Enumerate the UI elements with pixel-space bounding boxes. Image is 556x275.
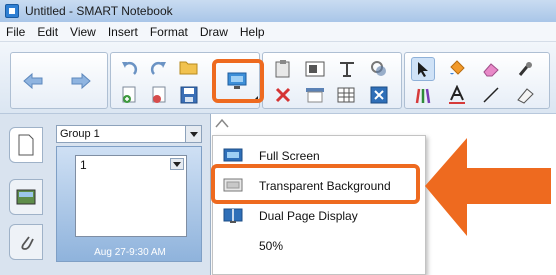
screen-shade-button[interactable] (303, 83, 327, 107)
page-group-select[interactable]: Group 1 (56, 125, 202, 143)
back-arrow-icon (23, 72, 43, 90)
full-screen-icon (222, 148, 244, 164)
delete-button[interactable] (271, 83, 295, 107)
add-page-button[interactable] (117, 83, 141, 107)
select-tool-button[interactable] (411, 57, 435, 81)
canvas-corner-icon (215, 118, 229, 128)
page-thumbnails: 1 Aug 27-9:30 AM (56, 146, 202, 262)
open-button[interactable] (177, 55, 201, 79)
display-mode-menu: Full Screen Transparent Background Dual … (212, 135, 426, 275)
menu-bar: File Edit View Insert Format Draw Help (0, 22, 556, 42)
menu-format[interactable]: Format (144, 25, 194, 39)
previous-page-button[interactable] (21, 69, 45, 93)
insert-image-icon (305, 61, 325, 77)
line-tool-button[interactable] (479, 83, 503, 107)
select-arrow-icon (418, 62, 428, 77)
table-button[interactable] (335, 83, 359, 107)
smart-notebook-app-icon (5, 4, 19, 18)
fill-icon (450, 60, 465, 75)
menu-item-dual-page-display[interactable]: Dual Page Display (213, 202, 425, 230)
page-caption: Aug 27-9:30 AM (94, 247, 166, 258)
delete-page-icon (152, 86, 166, 103)
chevron-down-icon (185, 126, 201, 142)
record-icon (371, 61, 386, 76)
insert-picture-button[interactable] (303, 57, 327, 81)
menu-edit[interactable]: Edit (31, 25, 64, 39)
record-button[interactable] (367, 57, 391, 81)
thumbnail-menu-icon[interactable] (170, 158, 184, 170)
redo-icon (150, 61, 166, 75)
navigation-group (10, 52, 108, 109)
pointer-arrow-icon (425, 138, 551, 236)
attachments-tab[interactable] (9, 224, 43, 260)
delete-x-icon (275, 87, 291, 103)
page-sorter-icon (18, 134, 34, 156)
eraser-icon (483, 63, 499, 77)
menu-item-zoom-50[interactable]: 50% (213, 232, 425, 260)
menu-help[interactable]: Help (234, 25, 271, 39)
open-folder-icon (179, 61, 198, 75)
paperclip-icon (21, 236, 34, 250)
gallery-tab[interactable] (9, 179, 43, 215)
eraser-tool-button[interactable] (479, 57, 503, 81)
magic-pen-button[interactable] (513, 57, 537, 81)
save-icon (180, 86, 198, 104)
table-icon (337, 87, 355, 103)
menu-view[interactable]: View (64, 25, 102, 39)
page-group-value: Group 1 (60, 128, 100, 140)
fit-icon (370, 86, 388, 104)
zoom-50-label: 50% (259, 239, 284, 253)
menu-insert[interactable]: Insert (102, 25, 144, 39)
add-page-icon (122, 86, 136, 103)
magic-pen-icon (518, 62, 532, 76)
next-page-button[interactable] (69, 69, 93, 93)
delete-page-button[interactable] (147, 83, 171, 107)
fill-tool-button[interactable] (445, 57, 469, 81)
window-title: Untitled - SMART Notebook (25, 4, 173, 18)
undo-button[interactable] (117, 57, 141, 81)
text-icon (340, 62, 354, 77)
dual-page-icon (222, 208, 244, 224)
dual-page-display-label: Dual Page Display (259, 209, 358, 223)
gallery-icon (16, 189, 36, 205)
insert-group (262, 52, 402, 109)
text-tool-icon (449, 85, 465, 104)
menu-file[interactable]: File (0, 25, 31, 39)
page-sorter-tab[interactable] (9, 127, 43, 163)
undo-icon (122, 61, 138, 75)
page-thumbnail[interactable]: 1 (75, 155, 187, 237)
text-button[interactable] (335, 57, 359, 81)
text-tool-button[interactable] (445, 83, 469, 107)
line-icon (483, 87, 499, 103)
menu-draw[interactable]: Draw (194, 25, 234, 39)
redo-button[interactable] (147, 57, 171, 81)
creative-pens-button[interactable] (411, 83, 435, 107)
full-screen-label: Full Screen (259, 149, 320, 163)
main-toolbar (0, 42, 556, 114)
screen-shade-icon (306, 88, 324, 103)
shape-icon (517, 88, 534, 104)
tools-group (404, 52, 550, 109)
paste-icon (275, 60, 290, 78)
forward-arrow-icon (71, 72, 91, 90)
title-bar: Untitled - SMART Notebook (0, 0, 556, 22)
save-button[interactable] (177, 83, 201, 107)
transparent-background-highlight (211, 164, 420, 204)
fit-page-button[interactable] (367, 83, 391, 107)
display-button-highlight (212, 59, 264, 103)
page-number: 1 (80, 158, 87, 172)
shape-tool-button[interactable] (513, 83, 537, 107)
creative-pens-icon (415, 88, 431, 104)
side-panel: Group 1 1 Aug 27-9:30 AM (0, 114, 210, 275)
paste-button[interactable] (271, 57, 295, 81)
